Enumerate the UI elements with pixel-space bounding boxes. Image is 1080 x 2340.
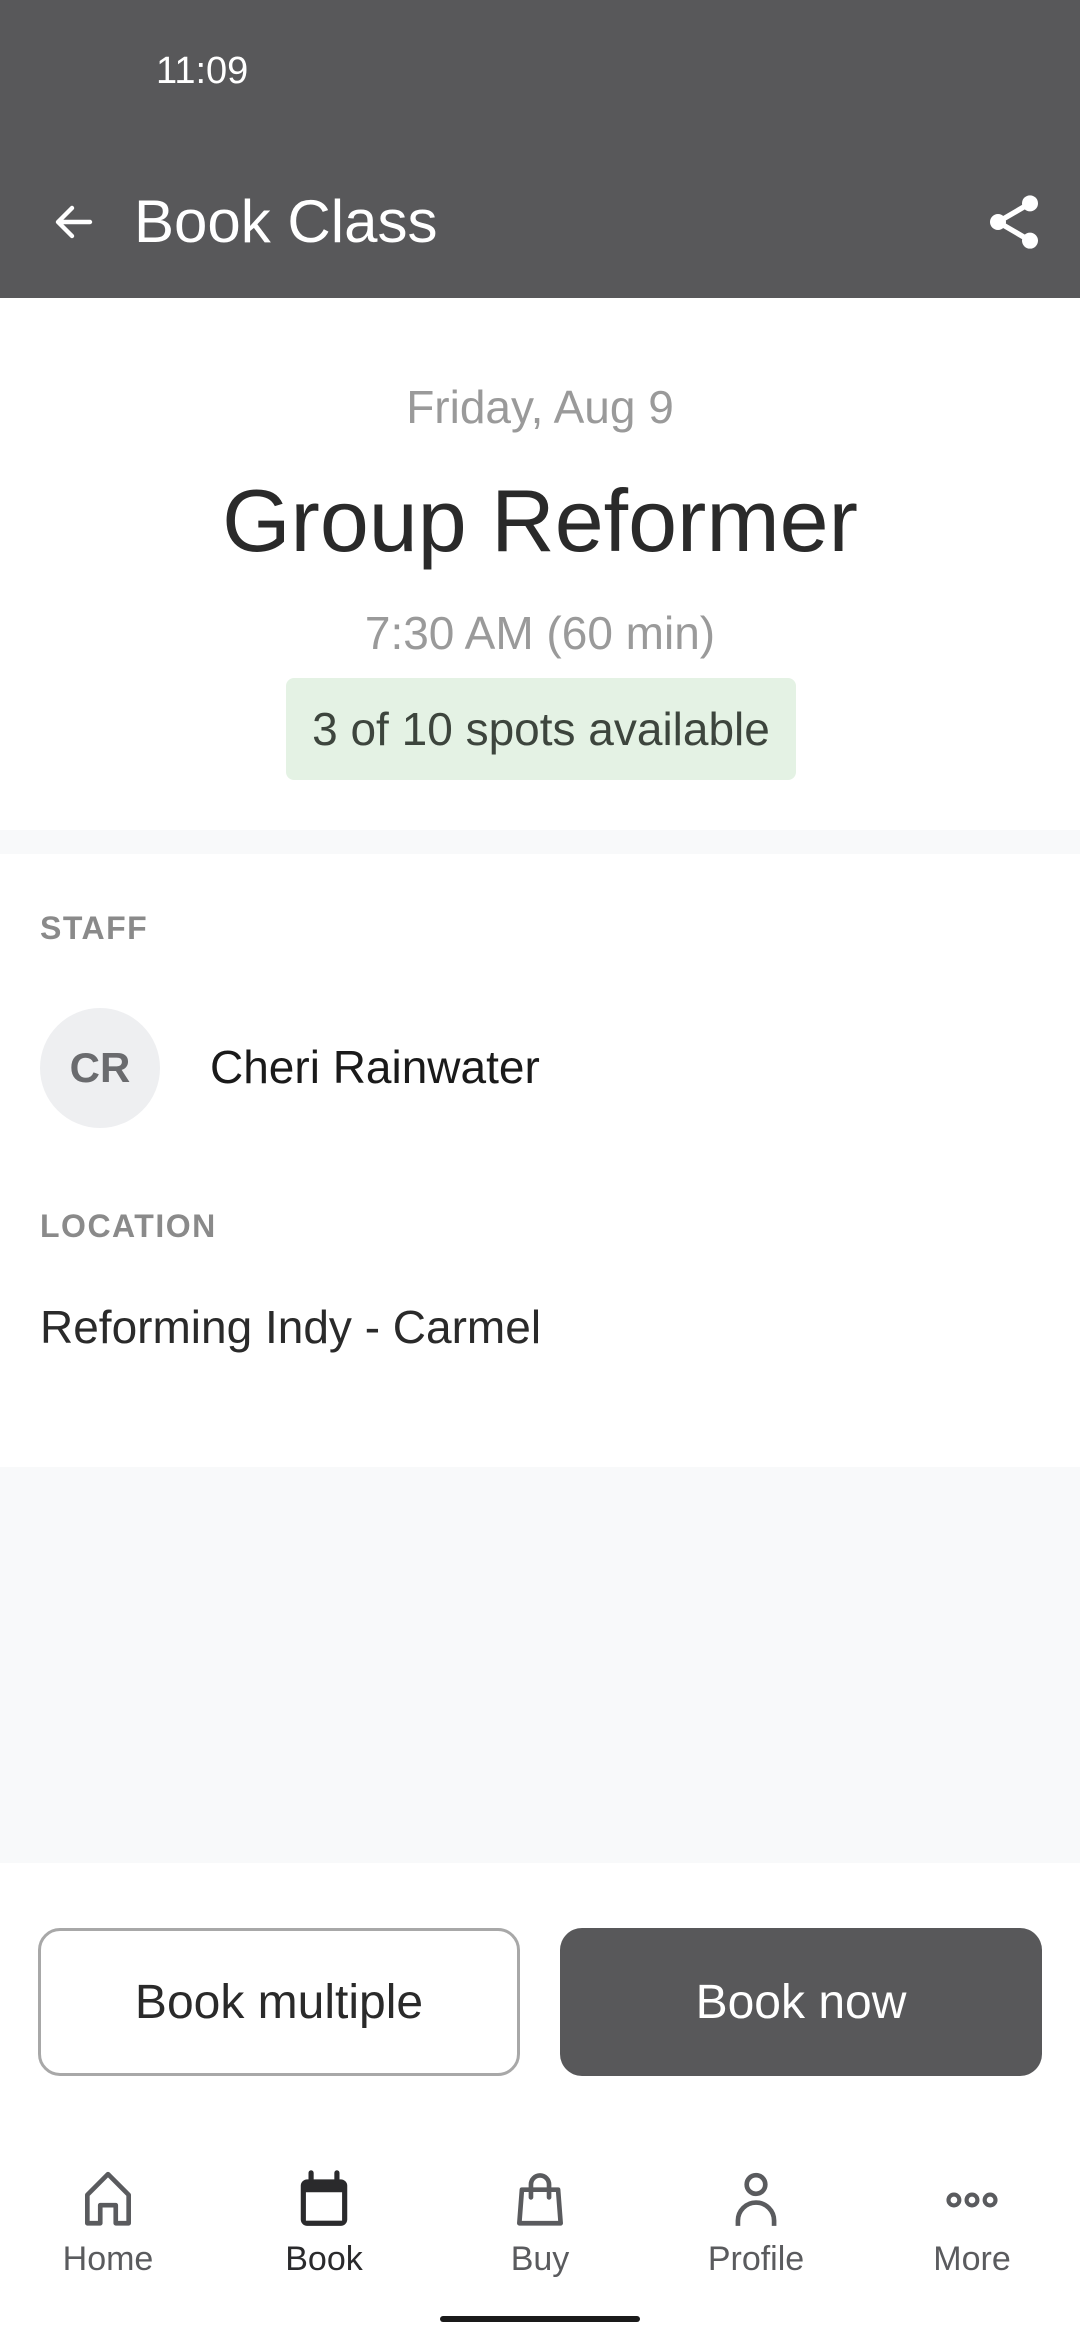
- nav-label-more: More: [933, 2240, 1011, 2278]
- section-divider: [0, 830, 1080, 854]
- home-indicator[interactable]: [440, 2316, 640, 2322]
- nav-label-buy: Buy: [510, 2240, 570, 2278]
- more-horizontal-icon: [946, 2192, 998, 2208]
- calendar-icon: [300, 2170, 348, 2226]
- person-icon: [735, 2172, 777, 2226]
- bottom-nav: Home Book Buy Profile More: [0, 2150, 1080, 2300]
- class-date: Friday, Aug 9: [406, 381, 674, 433]
- class-details: STAFF CR Cheri Rainwater LOCATION Reform…: [0, 854, 1080, 1467]
- home-icon: [85, 2171, 131, 2226]
- status-bar-time: 11:09: [156, 50, 249, 92]
- nav-label-home: Home: [62, 2240, 154, 2278]
- app-bar: 11:09 Book Class: [0, 0, 1080, 298]
- avatar: CR: [40, 1008, 160, 1128]
- nav-item-profile[interactable]: Profile: [648, 2150, 864, 2280]
- class-name: Group Reformer: [222, 471, 858, 570]
- nav-item-more[interactable]: More: [864, 2150, 1080, 2280]
- nav-label-profile: Profile: [707, 2240, 805, 2278]
- arrow-left-icon: [55, 205, 93, 239]
- availability-badge: 3 of 10 spots available: [286, 678, 796, 780]
- location-label: LOCATION: [40, 1208, 217, 1244]
- book-multiple-button[interactable]: Book multiple: [38, 1928, 520, 2076]
- nav-label-book: Book: [285, 2240, 363, 2278]
- location-name: Reforming Indy - Carmel: [40, 1301, 542, 1353]
- shopping-bag-icon: [517, 2173, 563, 2226]
- nav-item-home[interactable]: Home: [0, 2150, 216, 2280]
- page-title: Book Class: [134, 188, 438, 255]
- share-button[interactable]: [972, 180, 1056, 264]
- share-icon: [990, 195, 1038, 249]
- back-button[interactable]: [40, 188, 108, 256]
- empty-area: [0, 1467, 1080, 1863]
- staff-label: STAFF: [40, 910, 149, 946]
- class-header: Friday, Aug 9 Group Reformer 7:30 AM (60…: [0, 298, 1080, 830]
- nav-item-book[interactable]: Book: [216, 2150, 432, 2280]
- class-time: 7:30 AM (60 min): [364, 607, 716, 659]
- book-now-button[interactable]: Book now: [560, 1928, 1042, 2076]
- staff-name[interactable]: Cheri Rainwater: [210, 1040, 540, 1094]
- nav-item-buy[interactable]: Buy: [432, 2150, 648, 2280]
